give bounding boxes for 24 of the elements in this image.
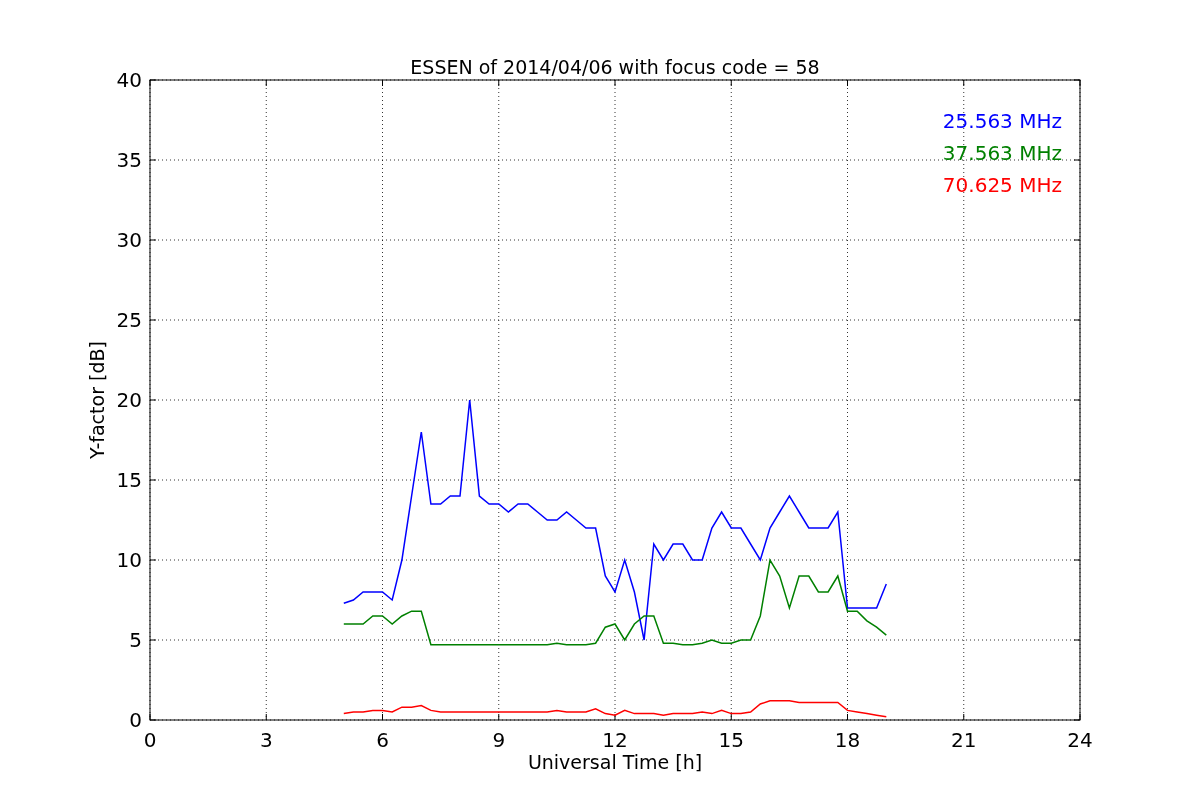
- x-tick-label: 6: [376, 728, 389, 752]
- legend-label: 70.625 MHz: [942, 173, 1062, 197]
- y-tick-label: 0: [129, 708, 142, 732]
- x-tick-label: 9: [492, 728, 506, 752]
- x-tick-label: 15: [718, 728, 744, 752]
- x-tick-label: 12: [602, 728, 628, 752]
- y-tick-label: 35: [116, 148, 142, 172]
- x-tick-label: 18: [834, 728, 861, 752]
- legend-label: 25.563 MHz: [942, 109, 1062, 133]
- x-tick-label: 3: [259, 728, 273, 752]
- y-tick-label: 15: [116, 468, 142, 492]
- y-tick-label: 40: [116, 68, 142, 92]
- y-tick-label: 25: [116, 308, 142, 332]
- chart-title: ESSEN of 2014/04/06 with focus code = 58: [410, 56, 820, 78]
- y-tick-label: 5: [129, 628, 142, 652]
- x-axis-label: Universal Time [h]: [527, 751, 703, 773]
- x-tick-label: 21: [951, 728, 977, 752]
- y-tick-label: 20: [116, 388, 142, 412]
- x-tick-label: 0: [143, 728, 157, 752]
- y-tick-label: 10: [116, 548, 142, 572]
- y-tick-label: 30: [116, 228, 142, 252]
- legend-label: 37.563 MHz: [942, 141, 1062, 165]
- y-axis-label: Y-factor [dB]: [86, 341, 108, 459]
- x-tick-label: 24: [1067, 728, 1093, 752]
